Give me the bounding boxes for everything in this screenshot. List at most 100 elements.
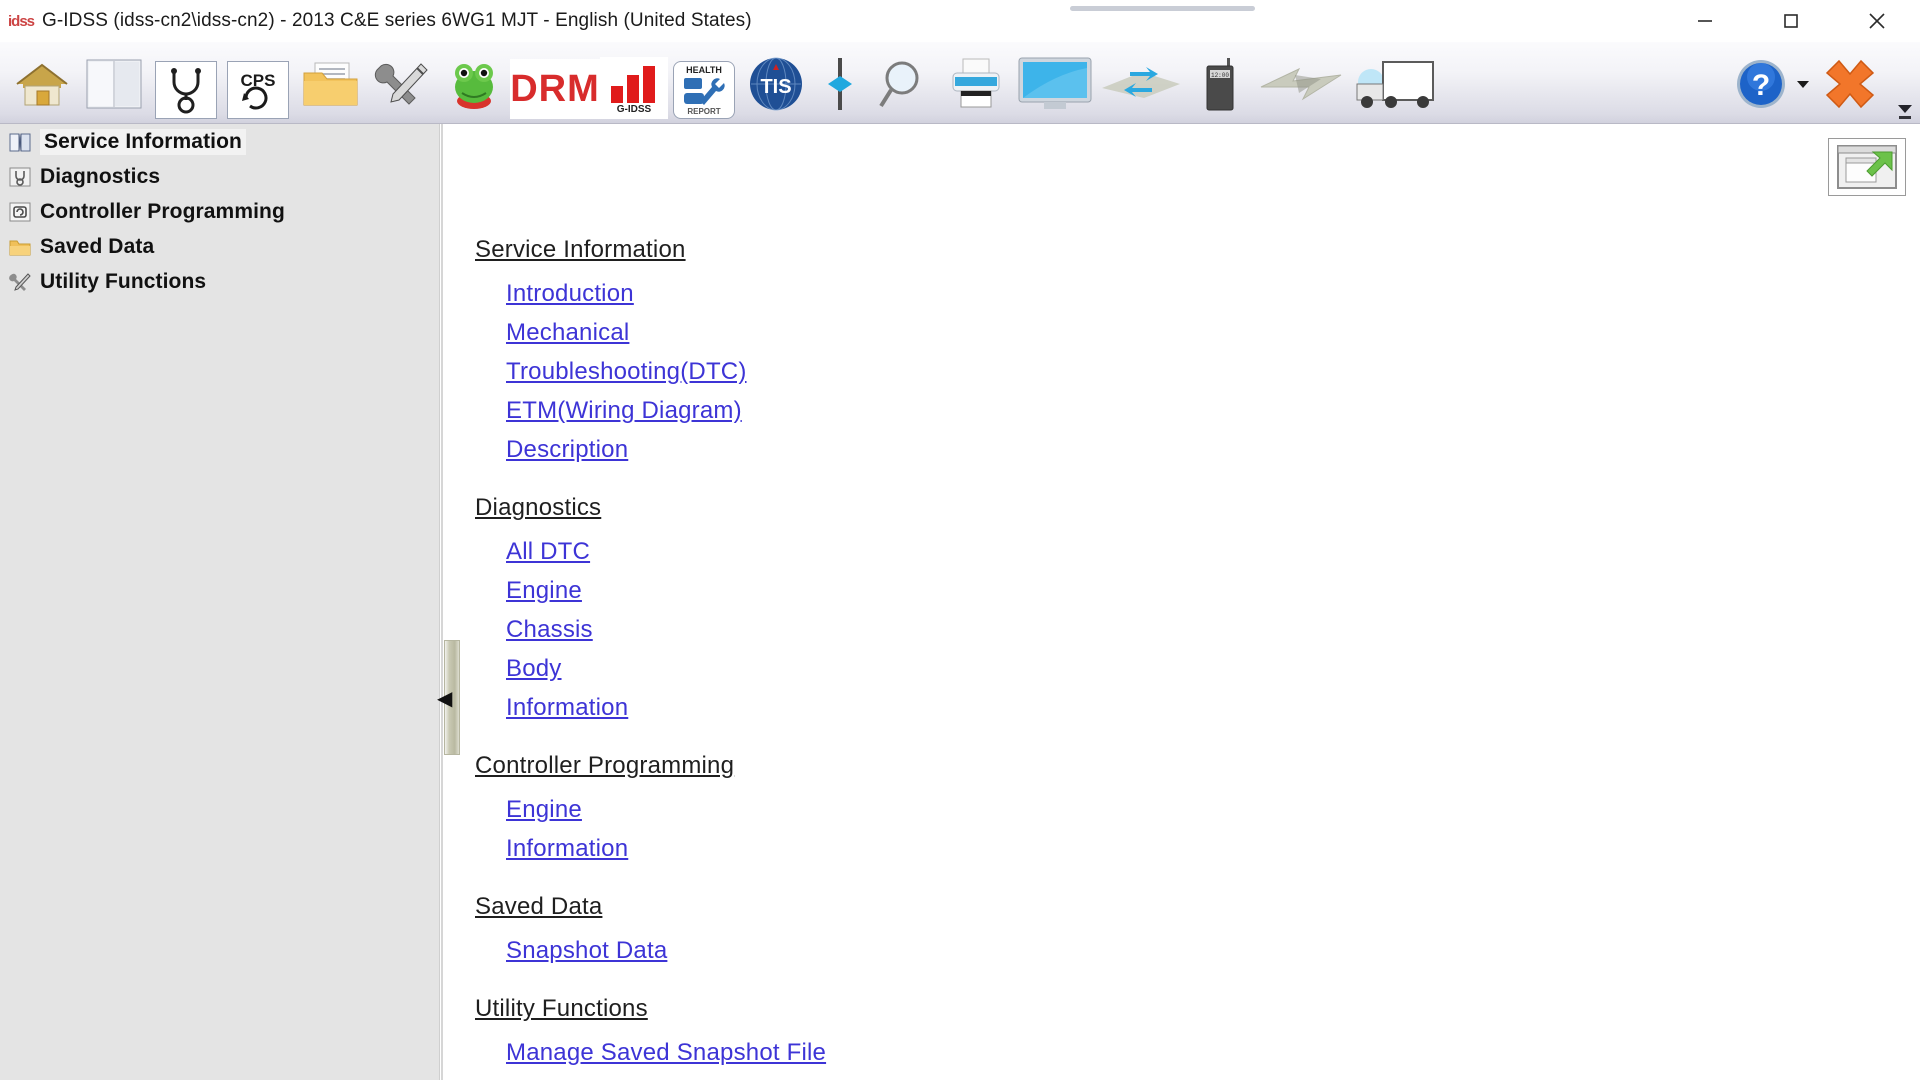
- link-cp-information[interactable]: Information: [506, 835, 628, 863]
- restore-window-icon[interactable]: [1828, 138, 1906, 196]
- menu-link-row: Engine: [506, 796, 1920, 824]
- health-label: HEALTH: [686, 64, 722, 75]
- report-label: REPORT: [687, 106, 721, 116]
- menu-link-row: Description: [506, 436, 1920, 464]
- sidebar-item-utility-functions[interactable]: Utility Functions: [0, 264, 439, 299]
- application-window: idss G-IDSS (idss-cn2\idss-cn2) - 2013 C…: [0, 0, 1920, 1080]
- link-cp-engine[interactable]: Engine: [506, 796, 582, 824]
- cps-icon[interactable]: CPS: [227, 61, 289, 119]
- menu-list: Service Information Introduction Mechani…: [460, 124, 1920, 1067]
- manual-book-icon[interactable]: [78, 45, 150, 123]
- tis-icon[interactable]: TIS: [740, 45, 812, 123]
- sidebar-label: Diagnostics: [40, 164, 161, 188]
- close-button[interactable]: [1834, 0, 1920, 42]
- link-engine[interactable]: Engine: [506, 577, 582, 605]
- frog-icon[interactable]: [438, 45, 510, 123]
- handheld-device-icon[interactable]: 12:00: [1184, 45, 1256, 123]
- menu-link-row: Introduction: [506, 280, 1920, 308]
- window-controls: [1662, 0, 1920, 42]
- section-heading-link[interactable]: Saved Data: [475, 893, 602, 921]
- toolbar-overflow-button[interactable]: [1896, 85, 1914, 119]
- probe-icon[interactable]: [812, 45, 868, 123]
- svg-text:?: ?: [1752, 69, 1770, 102]
- tools-icon: [6, 269, 34, 295]
- sidebar-item-controller-programming[interactable]: Controller Programming: [0, 194, 439, 229]
- menu-link-row: All DTC: [506, 538, 1920, 566]
- link-information[interactable]: Information: [506, 694, 628, 722]
- sync-arrows-icon[interactable]: [1098, 45, 1184, 123]
- svg-text:12:00: 12:00: [1211, 72, 1229, 79]
- sidebar-item-saved-data[interactable]: Saved Data: [0, 229, 439, 264]
- exit-icon[interactable]: [1814, 45, 1886, 123]
- monitor-icon[interactable]: [1012, 45, 1098, 123]
- svg-text:TIS: TIS: [760, 76, 791, 98]
- link-snapshot-data[interactable]: Snapshot Data: [506, 937, 667, 965]
- magnifier-icon[interactable]: [868, 45, 940, 123]
- health-report-icon[interactable]: HEALTH REPORT: [673, 61, 735, 119]
- menu-link-row: Engine: [506, 577, 1920, 605]
- app-icon: idss: [8, 12, 35, 30]
- truck-icon[interactable]: [1346, 45, 1442, 123]
- section-controller-programming: Controller Programming Engine Informatio…: [475, 752, 1920, 863]
- sidebar-label: Service Information: [40, 128, 246, 155]
- sidebar-splitter[interactable]: ◀: [437, 640, 460, 755]
- menu-link-row: Mechanical: [506, 319, 1920, 347]
- home-icon[interactable]: [6, 45, 78, 123]
- stethoscope-icon[interactable]: [155, 61, 217, 119]
- section-heading-link[interactable]: Diagnostics: [475, 494, 601, 522]
- link-etm-wiring-diagram[interactable]: ETM(Wiring Diagram): [506, 397, 742, 425]
- menu-link-row: Troubleshooting(DTC): [506, 358, 1920, 386]
- section-heading-link[interactable]: Utility Functions: [475, 995, 648, 1023]
- menu-link-row: Manage Saved Snapshot File: [506, 1039, 1920, 1067]
- link-introduction[interactable]: Introduction: [506, 280, 634, 308]
- section-utility-functions: Utility Functions Manage Saved Snapshot …: [475, 995, 1920, 1067]
- sidebar: Service Information Diagnostics Controll…: [0, 124, 440, 1080]
- help-dropdown-arrow-icon[interactable]: [1792, 45, 1814, 123]
- window-drag-handle[interactable]: [1070, 6, 1255, 11]
- controller-icon: [6, 199, 34, 225]
- link-description[interactable]: Description: [506, 436, 628, 464]
- sidebar-divider: [441, 124, 443, 1080]
- menu-link-row: Information: [506, 835, 1920, 863]
- printer-icon[interactable]: [940, 45, 1012, 123]
- window-title: G-IDSS (idss-cn2\idss-cn2) - 2013 C&E se…: [42, 10, 752, 31]
- collapse-arrow-icon: ◀: [437, 688, 453, 710]
- menu-link-row: Snapshot Data: [506, 937, 1920, 965]
- title-bar: idss G-IDSS (idss-cn2\idss-cn2) - 2013 C…: [0, 0, 1920, 42]
- sidebar-label: Controller Programming: [40, 199, 285, 223]
- link-body[interactable]: Body: [506, 655, 562, 683]
- lightning-bolt-icon[interactable]: [1256, 45, 1346, 123]
- section-saved-data: Saved Data Snapshot Data: [475, 893, 1920, 965]
- link-all-dtc[interactable]: All DTC: [506, 538, 590, 566]
- section-diagnostics: Diagnostics All DTC Engine Chassis Body …: [475, 494, 1920, 722]
- link-manage-saved-snapshot-file[interactable]: Manage Saved Snapshot File: [506, 1039, 826, 1067]
- drm-label: DRM: [510, 67, 600, 110]
- drm-icon[interactable]: DRM: [510, 59, 600, 119]
- sidebar-item-diagnostics[interactable]: Diagnostics: [0, 159, 439, 194]
- chevron-down-icon: [1898, 105, 1912, 113]
- minimize-button[interactable]: [1662, 0, 1748, 42]
- link-chassis[interactable]: Chassis: [506, 616, 593, 644]
- menu-link-row: Chassis: [506, 616, 1920, 644]
- section-service-information: Service Information Introduction Mechani…: [475, 236, 1920, 464]
- sidebar-label: Saved Data: [40, 234, 155, 258]
- book-icon: [6, 129, 34, 155]
- folder-icon[interactable]: [294, 45, 366, 123]
- diagnostics-icon: [6, 164, 34, 190]
- maximize-button[interactable]: [1748, 0, 1834, 42]
- main-toolbar: CPS DRM G-IDSS HEALTH REPORT TIS 12:00 ?: [0, 42, 1920, 124]
- link-mechanical[interactable]: Mechanical: [506, 319, 629, 347]
- menu-link-row: ETM(Wiring Diagram): [506, 397, 1920, 425]
- folder-icon: [6, 234, 34, 260]
- menu-link-row: Information: [506, 694, 1920, 722]
- sidebar-item-service-information[interactable]: Service Information: [0, 124, 439, 159]
- overflow-bar: [1899, 116, 1911, 119]
- bar-chart-icon[interactable]: G-IDSS: [600, 57, 668, 119]
- section-heading-link[interactable]: Service Information: [475, 236, 686, 264]
- menu-link-row: Body: [506, 655, 1920, 683]
- section-heading-link[interactable]: Controller Programming: [475, 752, 734, 780]
- tools-icon[interactable]: [366, 45, 438, 123]
- gidss-label: G-IDSS: [616, 103, 652, 115]
- link-troubleshooting-dtc[interactable]: Troubleshooting(DTC): [506, 358, 747, 386]
- help-icon[interactable]: ?: [1730, 45, 1792, 123]
